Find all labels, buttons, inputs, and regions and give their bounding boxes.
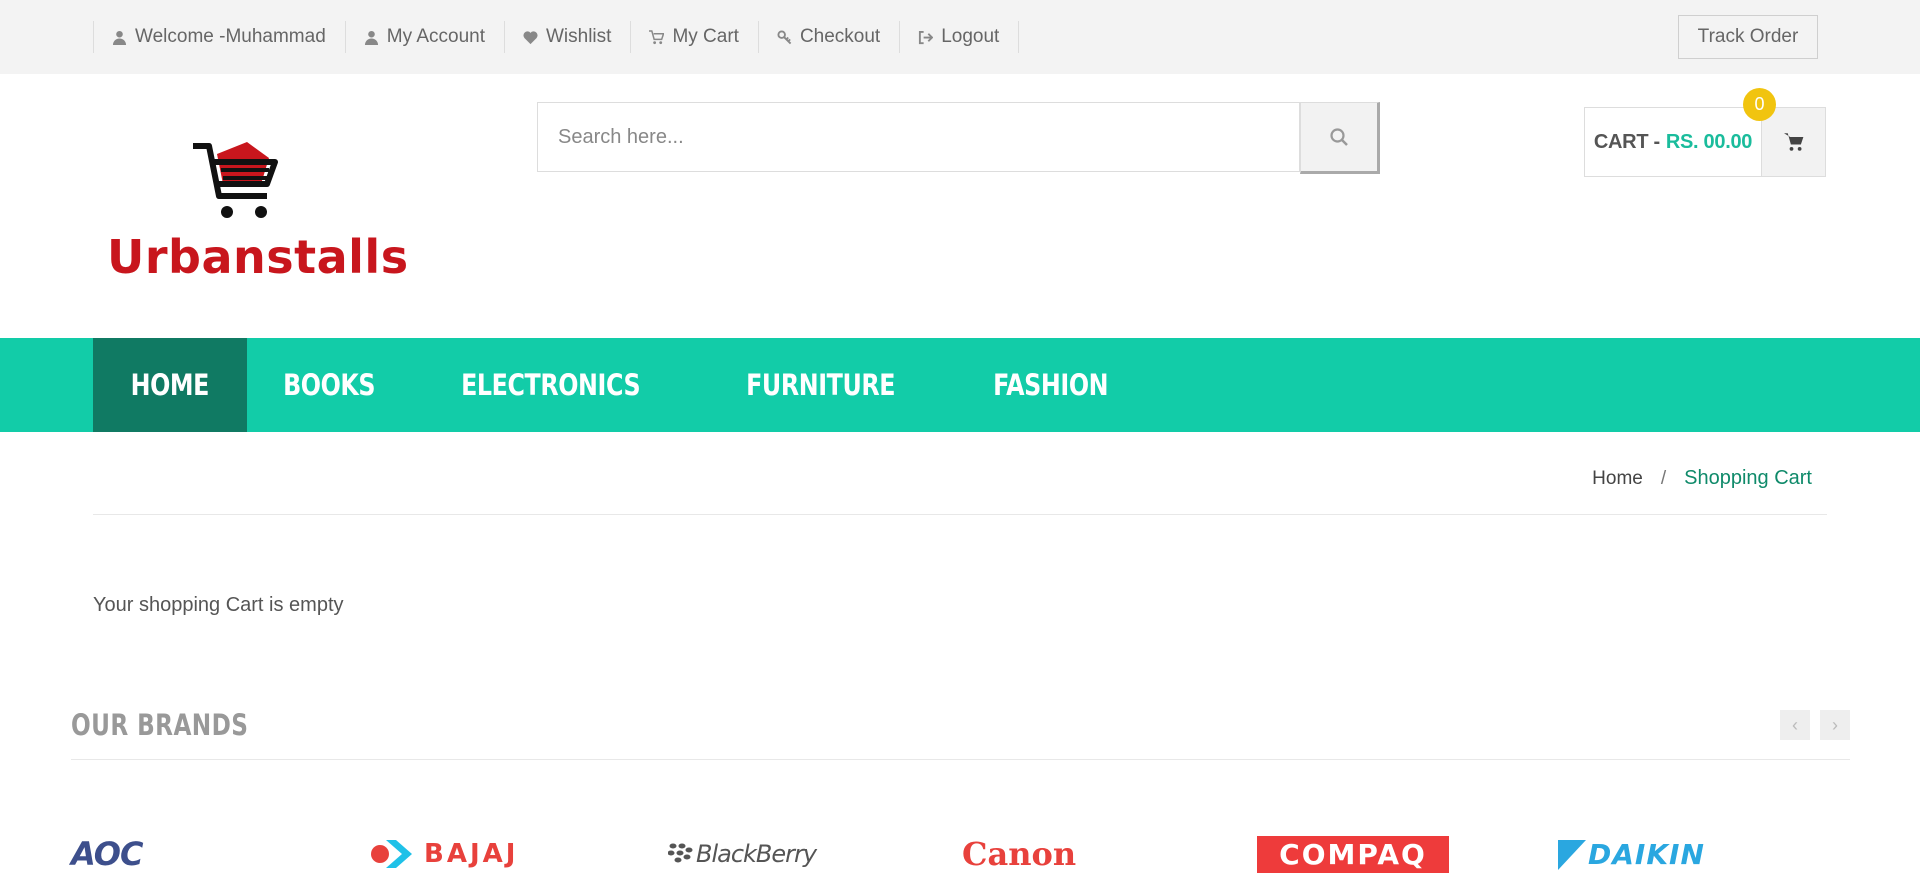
breadcrumb: Home / Shopping Cart	[1592, 467, 1812, 490]
brand-compaq-text: COMPAQ	[1257, 835, 1449, 873]
wishlist-label: Wishlist	[545, 26, 612, 47]
nav-books[interactable]: BOOKS	[247, 338, 411, 432]
brand-logo-bajaj[interactable]: BAJAJ	[368, 830, 518, 878]
site-logo[interactable]: Urbanstalls	[105, 140, 408, 284]
user-icon	[364, 30, 378, 45]
main-nav: HOME BOOKS ELECTRONICS FURNITURE FASHION	[0, 338, 1920, 432]
logout-label: Logout	[941, 26, 1000, 47]
track-order-button[interactable]: Track Order	[1678, 15, 1818, 59]
cart-icon-button[interactable]	[1762, 108, 1825, 176]
checkout-label: Checkout	[799, 26, 881, 47]
blackberry-dots-icon	[668, 843, 693, 863]
brand-logo-daikin[interactable]: DAIKIN	[1558, 830, 1705, 878]
brands-prev-button[interactable]: ‹	[1780, 710, 1810, 740]
nav-home-label: HOME	[130, 368, 210, 402]
my-account-label: My Account	[386, 26, 485, 47]
cart-label: CART -	[1593, 130, 1660, 153]
nav-home[interactable]: HOME	[93, 338, 247, 432]
cart-icon	[1783, 133, 1803, 151]
checkout-link[interactable]: Checkout	[759, 21, 901, 53]
cart-amount: RS. 00.00	[1665, 130, 1753, 153]
logout-link[interactable]: Logout	[900, 21, 1020, 53]
breadcrumb-separator: /	[1660, 467, 1667, 489]
welcome-link[interactable]: Welcome -Muhammad	[94, 21, 346, 53]
search-input[interactable]	[537, 102, 1300, 172]
empty-cart-message: Your shopping Cart is empty	[93, 594, 344, 616]
logo-text: Urbanstalls	[107, 230, 409, 284]
brands-next-button[interactable]: ›	[1820, 710, 1850, 740]
brand-logo-blackberry[interactable]: BlackBerry	[668, 830, 817, 878]
search-bar	[537, 102, 1380, 174]
nav-electronics[interactable]: ELECTRONICS	[425, 338, 676, 432]
key-icon	[777, 29, 792, 44]
cart-total-button[interactable]: CART - RS. 00.00	[1585, 108, 1762, 176]
breadcrumb-home[interactable]: Home	[1592, 468, 1643, 490]
welcome-label: Welcome -Muhammad	[135, 26, 326, 47]
logout-icon	[919, 30, 934, 44]
top-links: Welcome -Muhammad My Account Wishlist My…	[93, 21, 1020, 53]
divider	[93, 514, 1827, 515]
brand-logo-aoc[interactable]: AOC	[71, 830, 143, 878]
brand-blackberry-text: BlackBerry	[696, 840, 817, 868]
brand-canon-text: Canon	[962, 835, 1077, 873]
breadcrumb-current: Shopping Cart	[1684, 467, 1812, 489]
brand-logo-canon[interactable]: Canon	[962, 830, 1076, 878]
nav-fashion[interactable]: FASHION	[957, 338, 1144, 432]
brand-aoc-text: AOC	[71, 835, 143, 873]
brand-logo-compaq[interactable]: COMPAQ	[1257, 830, 1449, 878]
wishlist-link[interactable]: Wishlist	[505, 21, 632, 53]
my-account-link[interactable]: My Account	[346, 21, 505, 53]
daikin-triangle-icon	[1558, 840, 1586, 870]
top-bar: Welcome -Muhammad My Account Wishlist My…	[0, 0, 1920, 74]
user-icon	[112, 30, 127, 45]
bajaj-arrow-icon	[371, 840, 412, 868]
cart-count-badge: 0	[1743, 88, 1776, 121]
my-cart-link[interactable]: My Cart	[631, 21, 759, 53]
brands-divider	[71, 759, 1850, 760]
my-cart-label: My Cart	[672, 26, 739, 47]
brand-bajaj-text: BAJAJ	[424, 839, 519, 869]
cart-icon	[649, 29, 665, 44]
search-icon	[1330, 128, 1348, 146]
header-cart: CART - RS. 00.00	[1584, 107, 1826, 177]
shopping-cart-logo-icon	[193, 142, 278, 218]
brands-title: OUR BRANDS	[71, 708, 249, 742]
search-button[interactable]	[1300, 102, 1380, 174]
heart-icon	[523, 30, 538, 44]
brand-daikin-text: DAIKIN	[1588, 837, 1705, 871]
nav-furniture[interactable]: FURNITURE	[710, 338, 931, 432]
